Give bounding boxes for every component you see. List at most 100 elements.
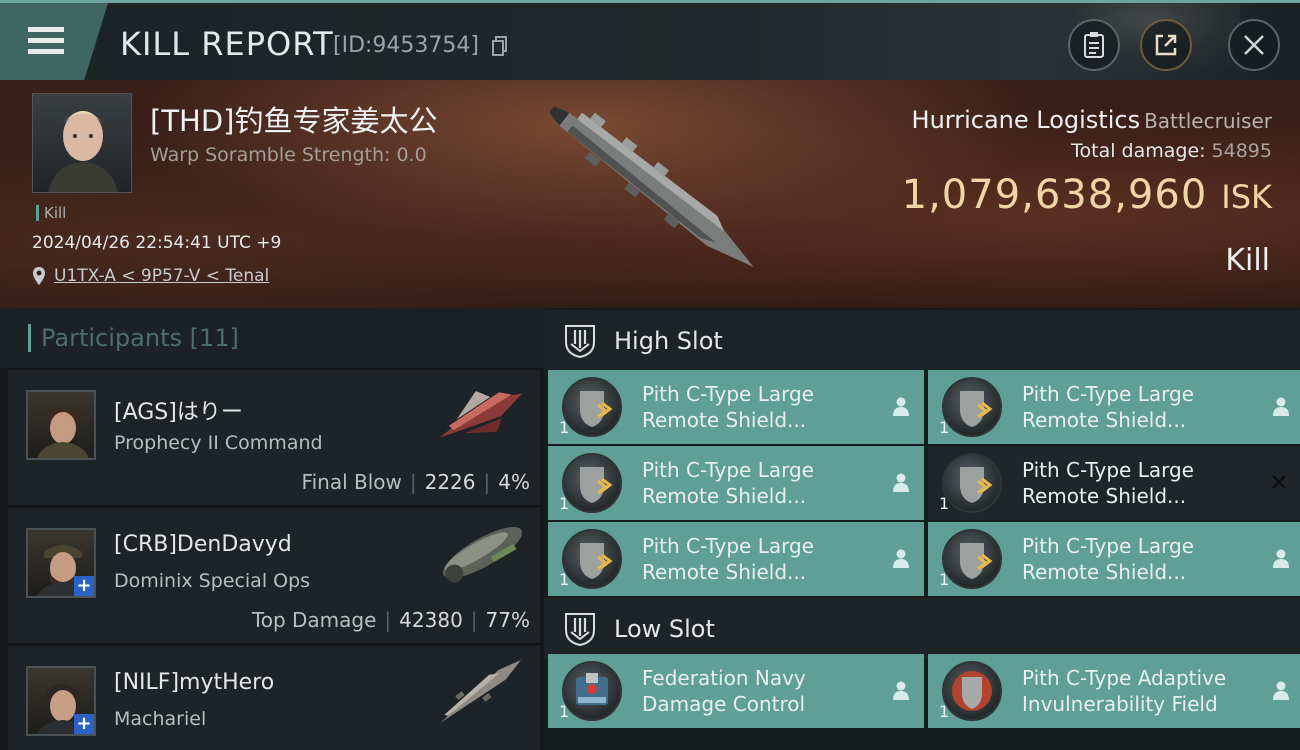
module-slot[interactable]: 1 Pith C-Type Adaptive Invulnerability F…: [928, 654, 1300, 728]
module-slot[interactable]: 1 Pith C-Type Large Remote Shield...: [928, 370, 1300, 444]
ship-name[interactable]: Hurricane Logistics: [912, 106, 1141, 134]
location-link[interactable]: U1TX-A < 9P57-V < Tenal: [54, 266, 269, 286]
low-slot-title: Low Slot: [614, 615, 715, 643]
module-quantity: 1: [939, 702, 950, 721]
warp-scramble-strength: Warp Soramble Strength: 0.0: [150, 144, 427, 166]
copy-icon[interactable]: [492, 36, 508, 56]
participant-damage: 42380: [399, 608, 463, 632]
result-label: Kill: [1225, 243, 1270, 278]
total-damage-value: 54895: [1211, 140, 1272, 162]
person-icon[interactable]: [892, 680, 910, 700]
participant-row[interactable]: + [CRB]DenDavyd Dominix Special Ops Top …: [8, 508, 540, 644]
damage-control-icon: [562, 661, 622, 721]
module-slot[interactable]: 1 Pith C-Type Large Remote Shield...: [548, 370, 924, 444]
person-icon[interactable]: [1272, 396, 1290, 416]
victim-pilot-name[interactable]: [THD]钓鱼专家姜太公: [150, 98, 437, 140]
close-button[interactable]: [1228, 19, 1280, 71]
participant-stats: Top Damage | 42380 | 77%: [251, 608, 530, 632]
participant-role: Top Damage: [251, 608, 377, 632]
menu-icon: [28, 27, 64, 55]
portrait-image: [37, 406, 89, 458]
shield-module-icon: [562, 377, 622, 437]
portrait-image: [48, 111, 118, 192]
share-icon: [1155, 34, 1177, 56]
participant-ship-image: [443, 526, 523, 583]
ship-name-row: Hurricane Logistics Battlecruiser: [912, 106, 1272, 134]
report-id: [ID:9453754]: [333, 33, 479, 58]
fitting-panel: High Slot 1 Pith C-Type Large Remote Shi…: [544, 308, 1300, 750]
participant-name[interactable]: [CRB]DenDavyd: [114, 532, 292, 557]
total-damage-row: Total damage: 54895: [1071, 140, 1272, 162]
person-icon[interactable]: [892, 548, 910, 568]
total-damage-label: Total damage:: [1071, 140, 1206, 162]
participant-ship: Machariel: [114, 708, 207, 730]
plus-badge: +: [74, 576, 94, 596]
module-quantity: 1: [559, 494, 570, 513]
kill-tag: Kill: [36, 205, 66, 221]
plus-badge: +: [74, 714, 94, 734]
module-slot[interactable]: 1 Pith C-Type Large Remote Shield...: [548, 522, 924, 596]
module-name: Pith C-Type Large Remote Shield...: [642, 382, 814, 432]
invulnerability-field-icon: [942, 661, 1002, 721]
menu-button[interactable]: [0, 3, 108, 80]
participant-avatar[interactable]: +: [26, 666, 96, 736]
clipboard-button[interactable]: [1068, 19, 1120, 71]
module-quantity: 1: [559, 570, 570, 589]
module-quantity: 1: [559, 702, 570, 721]
location-pin-icon: [33, 267, 45, 285]
module-name: Pith C-Type Large Remote Shield...: [642, 534, 814, 584]
shield-module-icon: [942, 377, 1002, 437]
isk-value-row: 1,079,638,960 ISK: [902, 172, 1272, 218]
top-bar: KILL REPORT [ID:9453754]: [0, 0, 1300, 83]
participant-stats: Final Blow | 2226 | 4%: [301, 470, 530, 494]
shield-module-icon: [562, 453, 622, 513]
person-icon[interactable]: [1272, 548, 1290, 568]
participant-ship-image: [438, 391, 523, 439]
module-quantity: 1: [939, 494, 950, 513]
participant-avatar[interactable]: +: [26, 528, 96, 598]
person-icon[interactable]: [892, 472, 910, 492]
module-name: Pith C-Type Large Remote Shield...: [1022, 458, 1194, 508]
close-icon: [1244, 35, 1264, 55]
high-slot-icon: [565, 325, 595, 358]
participant-row[interactable]: + [NILF]mytHero Machariel: [8, 646, 540, 750]
shield-module-icon: [942, 529, 1002, 589]
participant-ship: Dominix Special Ops: [114, 570, 311, 592]
participant-avatar[interactable]: [26, 390, 96, 460]
high-slot-header: High Slot: [544, 310, 1300, 370]
isk-unit: ISK: [1221, 178, 1272, 216]
participant-damage: 2226: [424, 470, 476, 494]
clipboard-icon: [1084, 32, 1104, 58]
high-slot-title: High Slot: [614, 327, 723, 355]
person-icon[interactable]: [892, 396, 910, 416]
module-name: Federation Navy Damage Control: [642, 666, 806, 716]
module-quantity: 1: [559, 418, 570, 437]
person-icon[interactable]: [1272, 680, 1290, 700]
participants-title: Participants [11]: [28, 324, 239, 352]
module-slot[interactable]: 1 Federation Navy Damage Control: [548, 654, 924, 728]
participants-panel: Participants [11] [AGS]はりー Prophecy II C…: [0, 308, 544, 750]
module-slot[interactable]: 1 Pith C-Type Large Remote Shield...: [928, 446, 1300, 520]
kill-datetime: 2024/04/26 22:54:41 UTC +9: [32, 233, 282, 253]
low-slot-icon: [565, 613, 595, 646]
participant-role: Final Blow: [301, 470, 402, 494]
isk-value: 1,079,638,960: [901, 172, 1208, 218]
shield-module-icon: [562, 529, 622, 589]
ship-render: [549, 106, 754, 267]
participant-row[interactable]: [AGS]はりー Prophecy II Command Final Blow |…: [8, 370, 540, 506]
module-quantity: 1: [939, 418, 950, 437]
participant-name[interactable]: [NILF]mytHero: [114, 670, 274, 695]
dismiss-icon[interactable]: [1270, 473, 1288, 491]
victim-avatar[interactable]: [32, 93, 132, 193]
participants-header: Participants [11]: [0, 308, 544, 368]
module-name: Pith C-Type Adaptive Invulnerability Fie…: [1022, 666, 1227, 716]
background-planet: [1010, 3, 1240, 83]
module-name: Pith C-Type Large Remote Shield...: [1022, 382, 1194, 432]
ship-class: Battlecruiser: [1144, 109, 1272, 133]
location-row: U1TX-A < 9P57-V < Tenal: [32, 266, 269, 286]
share-button[interactable]: [1140, 19, 1192, 71]
module-slot[interactable]: 1 Pith C-Type Large Remote Shield...: [928, 522, 1300, 596]
module-name: Pith C-Type Large Remote Shield...: [1022, 534, 1194, 584]
participant-name[interactable]: [AGS]はりー: [114, 394, 243, 426]
module-slot[interactable]: 1 Pith C-Type Large Remote Shield...: [548, 446, 924, 520]
